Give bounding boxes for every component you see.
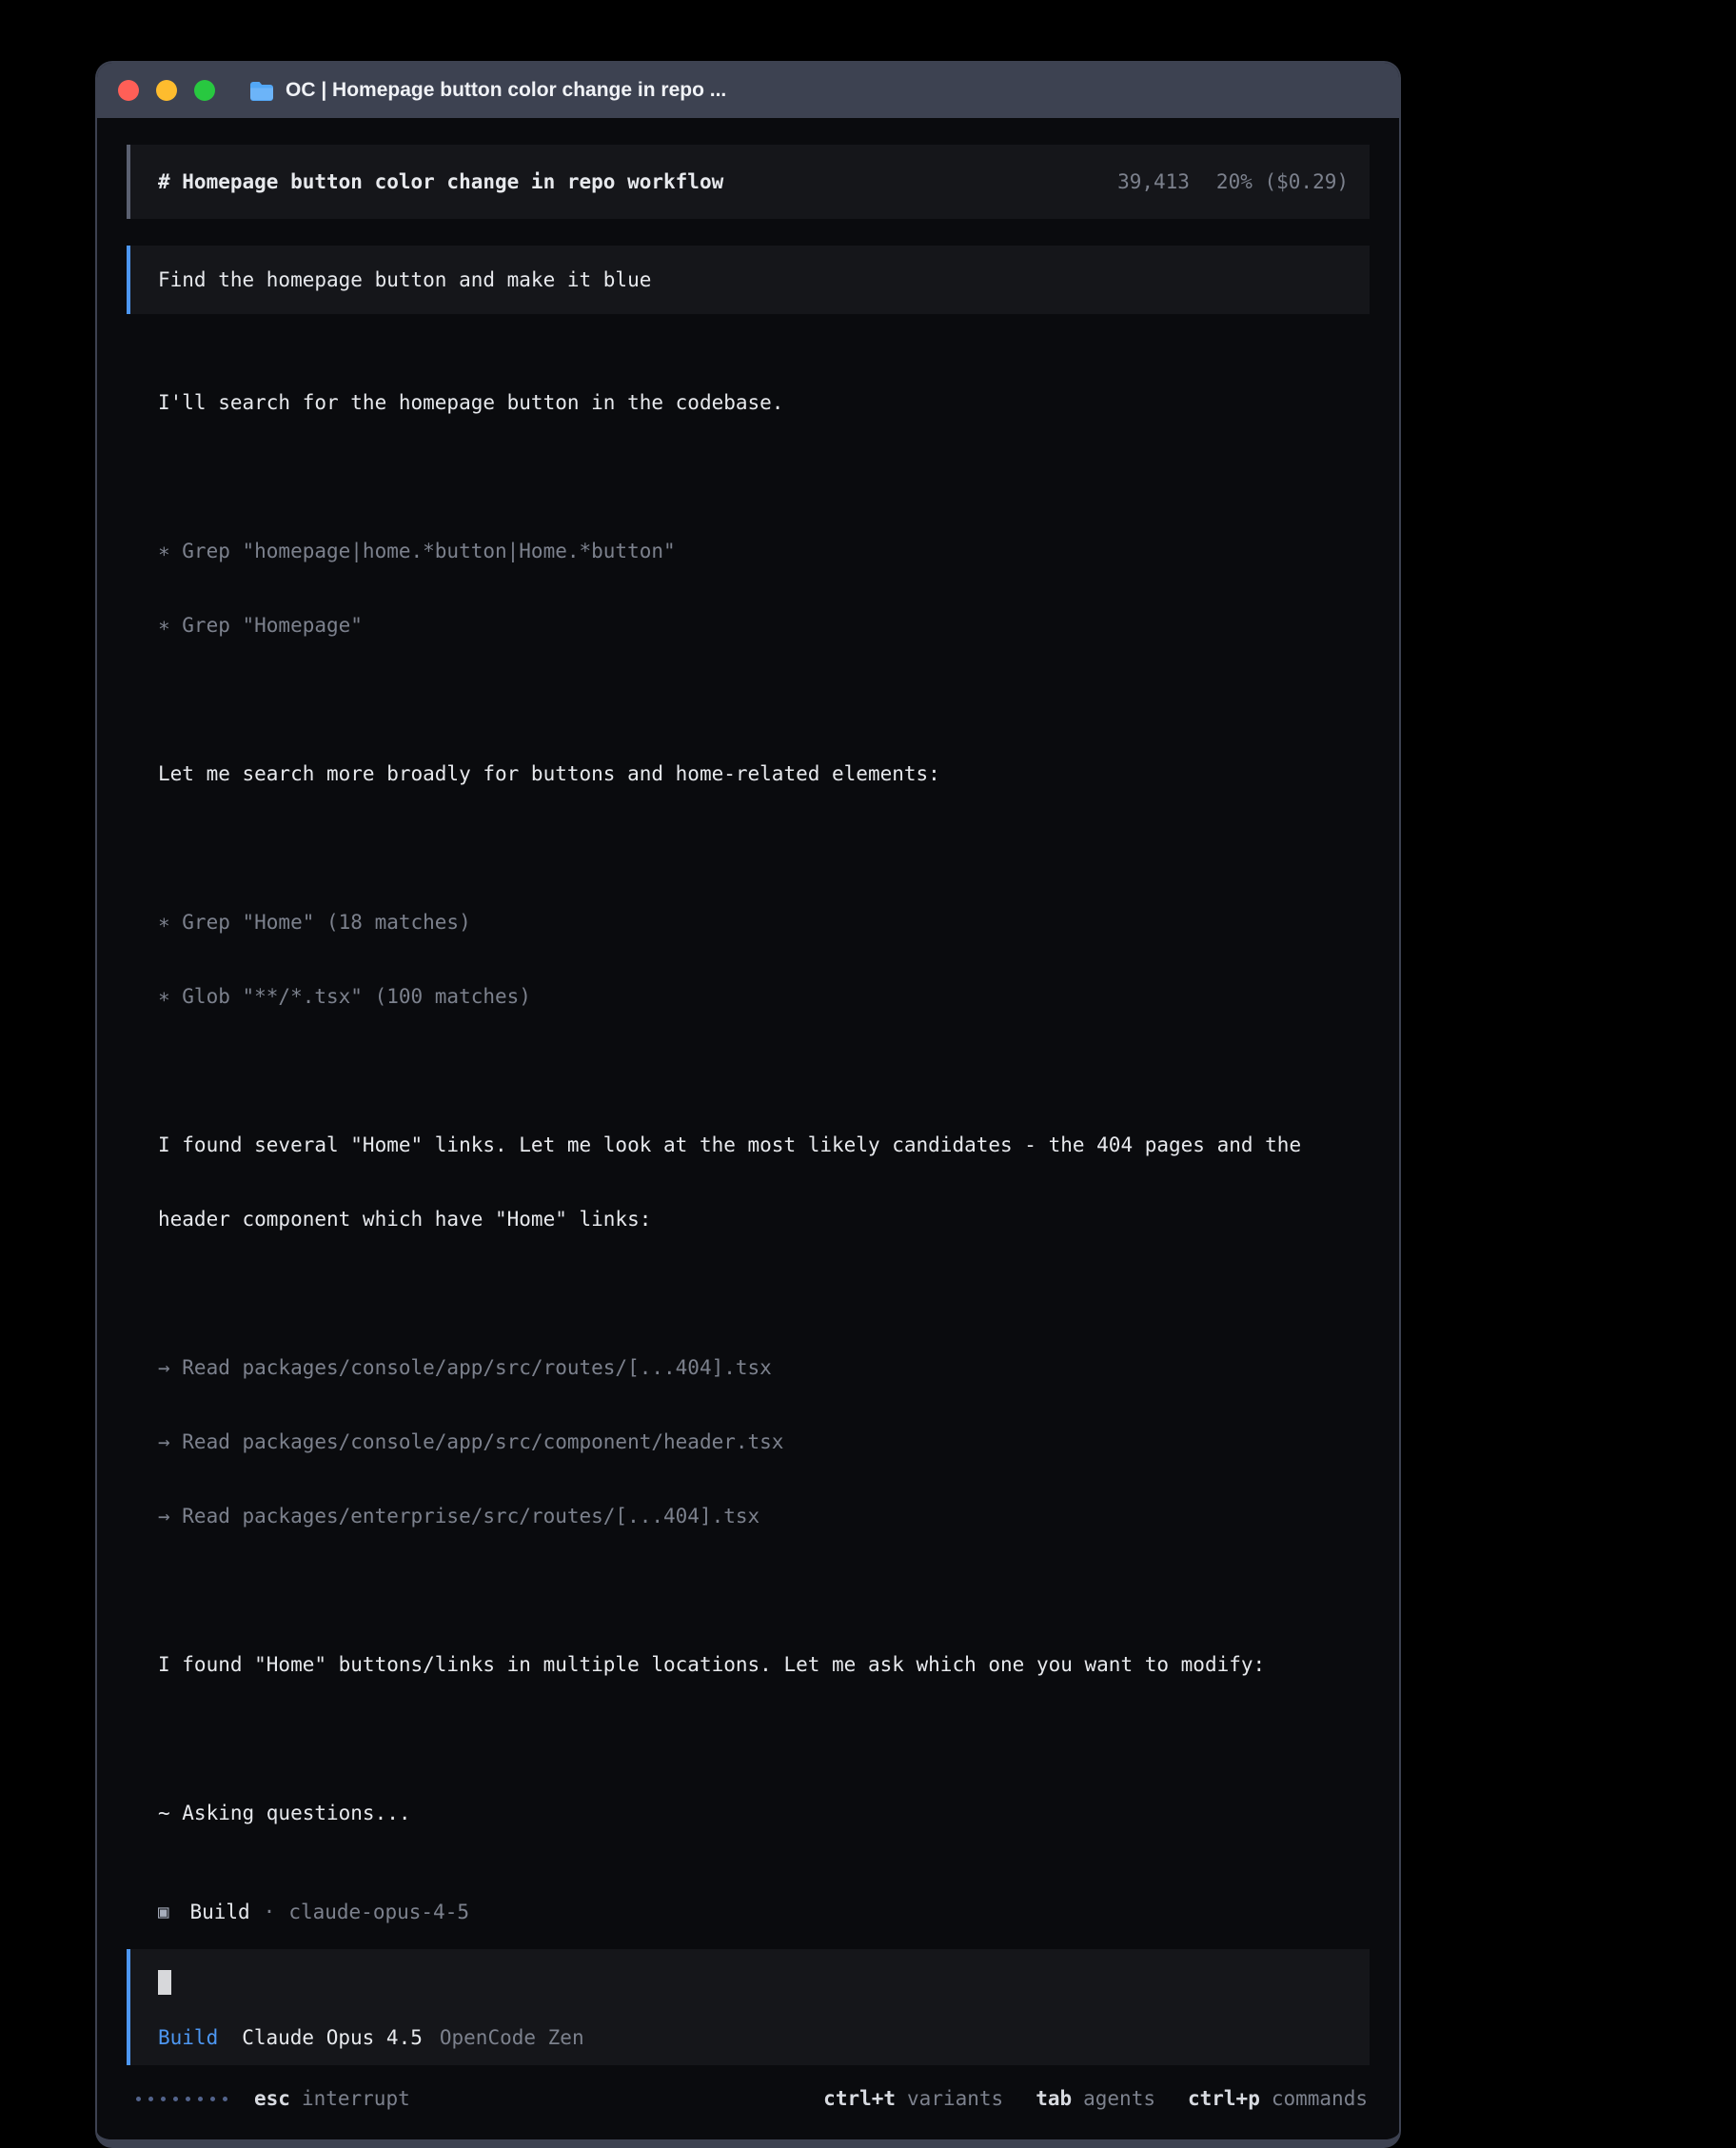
- status-bar: esc interrupt ctrl+t variants tab agents…: [127, 2086, 1370, 2111]
- tool-call: ∗ Glob "**/*.tsx" (100 matches): [158, 984, 1370, 1009]
- window-titlebar[interactable]: OC | Homepage button color change in rep…: [97, 63, 1399, 118]
- assistant-line: I'll search for the homepage button in t…: [158, 390, 1370, 415]
- agent-icon: ▣: [158, 1900, 168, 1924]
- tool-call: → Read packages/console/app/src/routes/[…: [158, 1355, 1370, 1380]
- user-message: Find the homepage button and make it blu…: [127, 246, 1370, 314]
- prompt-input[interactable]: Build Claude Opus 4.5 OpenCode Zen: [127, 1949, 1370, 2065]
- assistant-line: I found several "Home" links. Let me loo…: [158, 1133, 1370, 1157]
- window-title-group: OC | Homepage button color change in rep…: [249, 79, 726, 102]
- terminal-content[interactable]: # Homepage button color change in repo w…: [97, 118, 1399, 2139]
- zoom-button[interactable]: [194, 80, 215, 101]
- spinner-icon: [136, 2097, 227, 2101]
- shortcut-commands: ctrl+p commands: [1188, 2086, 1368, 2111]
- text-cursor: [158, 1970, 171, 1995]
- tool-call: ∗ Grep "homepage|home.*button|Home.*butt…: [158, 539, 1370, 563]
- context-usage: 20% ($0.29): [1216, 170, 1349, 193]
- assistant-line: ~ Asking questions...: [158, 1801, 1370, 1825]
- tool-call: ∗ Grep "Home" (18 matches): [158, 910, 1370, 935]
- status-right: ctrl+t variants tab agents ctrl+p comman…: [823, 2086, 1368, 2111]
- assistant-line: header component which have "Home" links…: [158, 1207, 1370, 1232]
- folder-icon: [249, 81, 274, 101]
- interrupt-label: interrupt: [302, 2086, 410, 2111]
- tool-call-group: ∗ Grep "Home" (18 matches) ∗ Glob "**/*.…: [158, 860, 1370, 1058]
- session-title: # Homepage button color change in repo w…: [158, 169, 723, 194]
- session-stats: 39,413 20% ($0.29): [1117, 169, 1349, 194]
- token-count: 39,413: [1117, 170, 1190, 193]
- interrupt-key: esc: [254, 2086, 290, 2111]
- close-button[interactable]: [118, 80, 139, 101]
- agent-status-line: ▣ Build · claude-opus-4-5: [158, 1900, 1370, 1924]
- input-status-line: Build Claude Opus 4.5 OpenCode Zen: [158, 2025, 1347, 2050]
- assistant-text: ~ Asking questions...: [158, 1751, 1370, 1875]
- assistant-line: Let me search more broadly for buttons a…: [158, 761, 1370, 786]
- separator-dot: ·: [264, 1900, 276, 1924]
- input-agent: Build: [158, 2025, 218, 2050]
- terminal-window: OC | Homepage button color change in rep…: [95, 61, 1401, 2148]
- tool-call: → Read packages/console/app/src/componen…: [158, 1429, 1370, 1454]
- assistant-line: I found "Home" buttons/links in multiple…: [158, 1652, 1370, 1677]
- window-title: OC | Homepage button color change in rep…: [286, 79, 726, 102]
- assistant-text: I'll search for the homepage button in t…: [158, 341, 1370, 464]
- tool-call-group: → Read packages/console/app/src/routes/[…: [158, 1306, 1370, 1578]
- status-left: esc interrupt: [128, 2086, 410, 2111]
- tool-call-group: ∗ Grep "homepage|home.*button|Home.*butt…: [158, 489, 1370, 687]
- input-provider: OpenCode Zen: [440, 2025, 584, 2050]
- assistant-text: I found several "Home" links. Let me loo…: [158, 1083, 1370, 1281]
- tool-call: ∗ Grep "Homepage": [158, 613, 1370, 638]
- shortcut-agents: tab agents: [1036, 2086, 1155, 2111]
- agent-model: claude-opus-4-5: [288, 1900, 469, 1924]
- minimize-button[interactable]: [156, 80, 177, 101]
- shortcut-variants: ctrl+t variants: [823, 2086, 1003, 2111]
- agent-name: Build: [189, 1900, 249, 1924]
- assistant-transcript: I'll search for the homepage button in t…: [158, 341, 1370, 1924]
- input-model: Claude Opus 4.5: [242, 2025, 423, 2050]
- session-header: # Homepage button color change in repo w…: [127, 145, 1370, 219]
- assistant-text: Let me search more broadly for buttons a…: [158, 712, 1370, 836]
- tool-call: → Read packages/enterprise/src/routes/[.…: [158, 1504, 1370, 1528]
- traffic-lights: [118, 80, 215, 101]
- assistant-text: I found "Home" buttons/links in multiple…: [158, 1603, 1370, 1726]
- user-message-text: Find the homepage button and make it blu…: [158, 267, 651, 292]
